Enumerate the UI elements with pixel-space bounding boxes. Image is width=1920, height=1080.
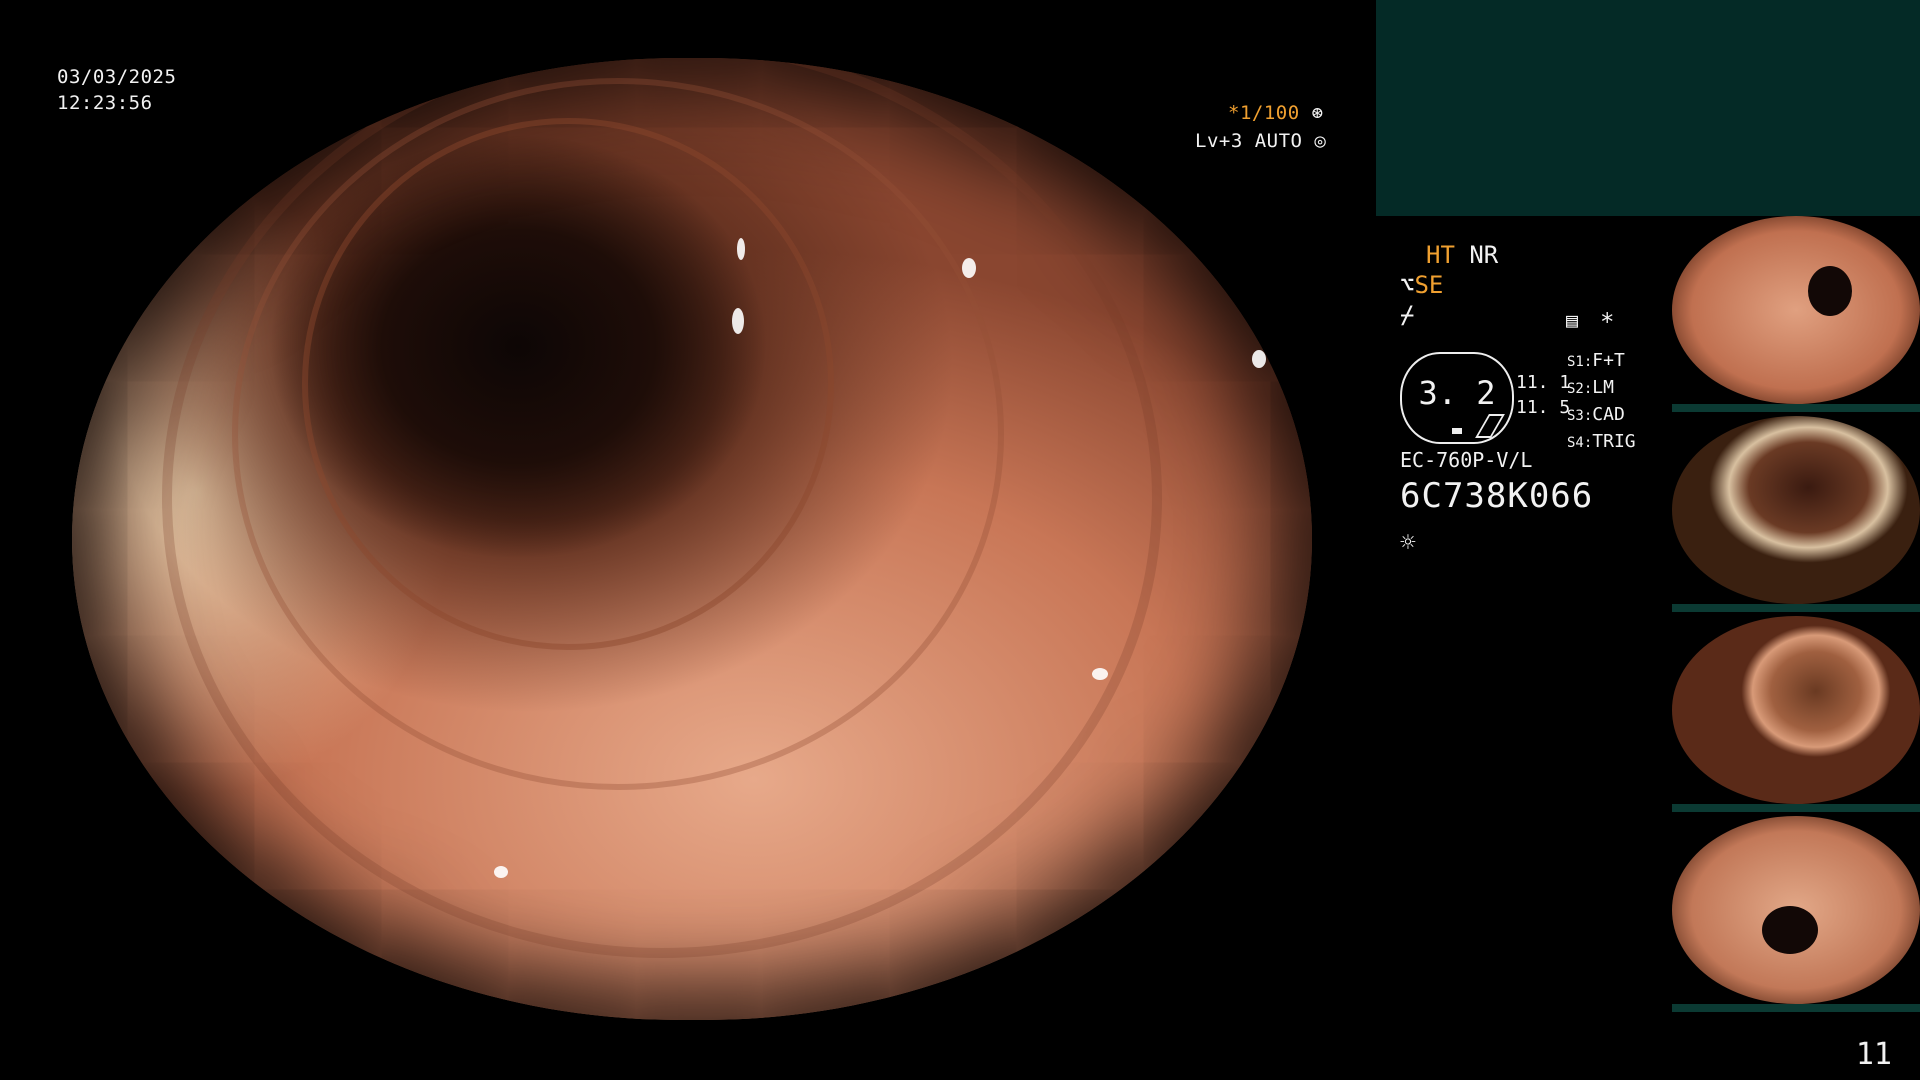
endoscope-view [72,58,1312,1020]
nr-label: NR [1469,241,1499,269]
hose-icon: ⌥ [1400,271,1415,299]
ht-label: HT [1426,241,1455,269]
thumbnail-divider [1672,804,1920,812]
shutter-indicator: *1/100 ⊛ [1228,100,1324,126]
auto-iris-icon: ◎ [1314,130,1327,152]
menu-icon: ▤ [1566,308,1579,332]
thumbnail-4[interactable] [1672,816,1920,1004]
switch-value: TRIG [1592,431,1636,452]
page-number: 11 [1855,1037,1892,1072]
gauge-tip [1475,414,1505,438]
scope-serial: 6C738K066 [1400,476,1594,516]
switch-item: S1:F+T [1567,348,1636,375]
status-panel: HT NR ⌥SE ⌿ [1400,240,1660,330]
switch-list: S1:F+T S2:LM S3:CAD S4:TRIG [1567,348,1636,456]
date-label: 03/03/2025 [57,66,177,88]
switch-key: S1: [1567,354,1593,370]
switch-key: S4: [1567,435,1593,451]
switch-item: S2:LM [1567,375,1636,402]
level-label: Lv+3 AUTO [1195,130,1303,152]
switch-value: F+T [1592,350,1625,371]
switch-key: S3: [1567,408,1593,424]
switch-item: S3:CAD [1567,402,1636,429]
thumbnail-header-panel [1376,0,1920,216]
side-values: 11. 1 11. 5 [1516,370,1570,420]
side-value-2: 11. 5 [1516,397,1571,418]
gauge: 3. 2 [1400,352,1514,444]
thumbnail-1[interactable] [1672,216,1920,404]
light-icon: ☼ [1400,528,1416,558]
thumbnail-divider [1672,1004,1920,1012]
level-indicator: Lv+3 AUTO ◎ [1195,128,1326,154]
thumbnail-lumen [1808,266,1852,316]
switch-item: S4:TRIG [1567,429,1636,456]
thumbnail-divider [1672,604,1920,612]
se-label: SE [1414,271,1444,299]
shutter-icon: ⊛ [1311,102,1324,124]
thumbnail-2[interactable] [1672,416,1920,604]
switch-key: S2: [1567,381,1593,397]
gauge-value: 3. 2 [1418,374,1496,412]
time-label: 12:23:56 [57,92,153,114]
shutter-speed: *1/100 [1228,102,1300,124]
thumbnail-divider [1672,404,1920,412]
asterisk-label: * [1600,308,1615,336]
switch-value: CAD [1592,404,1625,425]
lightning-icon: ⌿ [1400,301,1415,329]
scope-model: EC-760P-V/L [1400,448,1533,472]
gauge-mark [1452,428,1462,434]
thumbnail-lumen [1762,906,1818,954]
thumbnail-3[interactable] [1672,616,1920,804]
side-value-1: 11. 1 [1516,372,1571,393]
switch-value: LM [1592,377,1614,398]
